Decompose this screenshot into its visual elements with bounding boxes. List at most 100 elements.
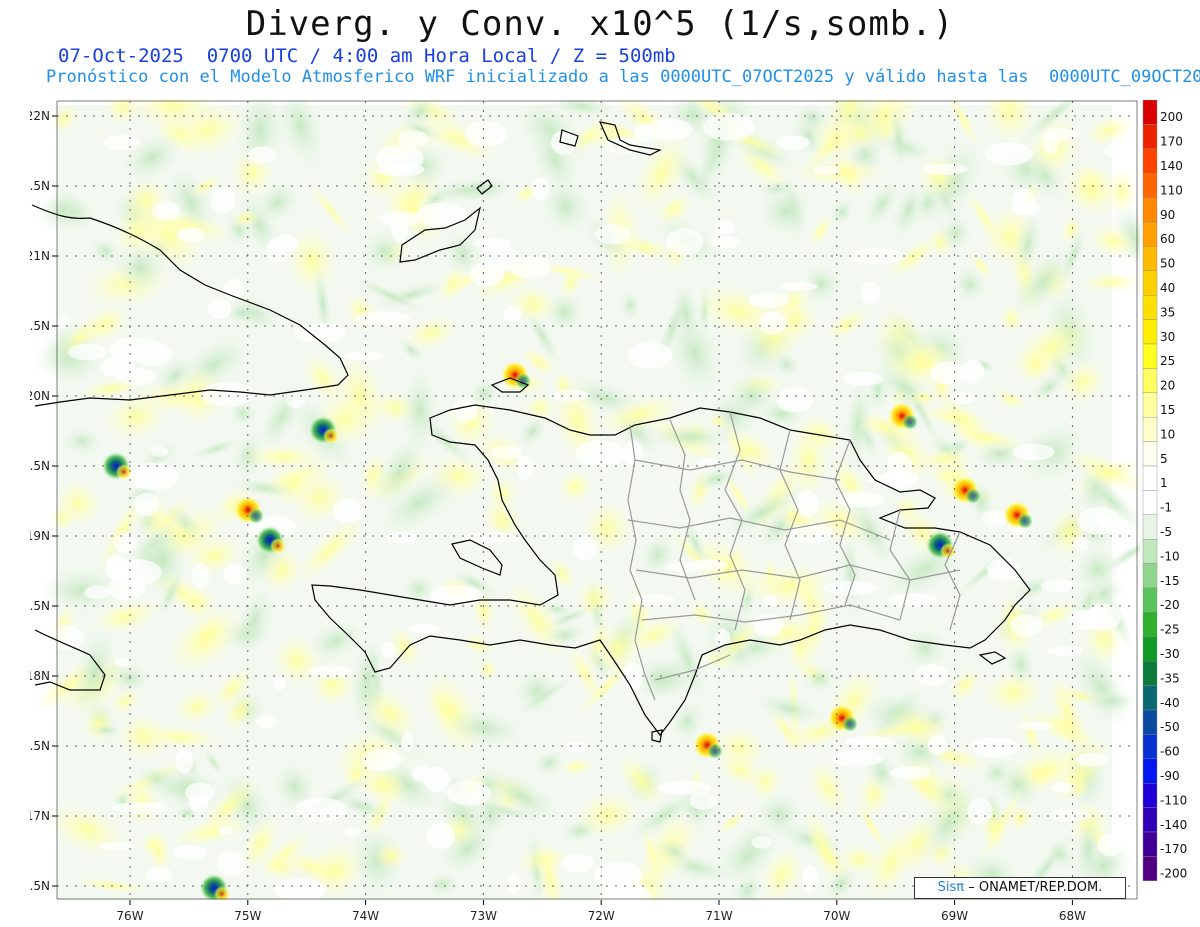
colorbar-swatch bbox=[1142, 319, 1158, 345]
field-blob bbox=[247, 146, 278, 164]
field-blob bbox=[446, 780, 491, 806]
field-blob bbox=[762, 594, 779, 607]
lon-label: 68W bbox=[1059, 909, 1086, 923]
field-blob bbox=[344, 827, 361, 837]
field-blob bbox=[273, 675, 287, 690]
colorbar-swatch bbox=[1142, 490, 1158, 515]
lon-label: 71W bbox=[705, 909, 732, 923]
field-blob bbox=[776, 387, 814, 413]
field-blob bbox=[416, 202, 468, 228]
colorbar-swatch bbox=[1142, 294, 1158, 320]
field-blob bbox=[516, 455, 534, 481]
field-blob bbox=[191, 562, 210, 590]
field-blob bbox=[751, 836, 773, 849]
convective-cell bbox=[902, 414, 918, 430]
credit-box: Sisπ – ONAMET/REP.DOM. bbox=[914, 877, 1126, 899]
colorbar-swatch bbox=[1142, 661, 1158, 686]
field-blob bbox=[114, 658, 133, 667]
field-blob bbox=[387, 531, 417, 544]
colorbar-label: -1 bbox=[1160, 501, 1172, 515]
field-blob bbox=[152, 201, 181, 221]
convective-cell bbox=[707, 743, 723, 759]
colorbar-label: -50 bbox=[1160, 720, 1180, 734]
lat-label: 18N bbox=[30, 669, 50, 683]
field-blob bbox=[361, 748, 402, 772]
lat-label: 21N bbox=[30, 249, 50, 263]
field-blob bbox=[42, 624, 85, 650]
colorbar-swatch bbox=[1142, 441, 1158, 467]
colorbar-swatch bbox=[1142, 831, 1158, 857]
field-blob bbox=[103, 135, 140, 152]
field-blob bbox=[286, 392, 306, 409]
colorbar-swatch bbox=[1142, 465, 1158, 491]
field-blob bbox=[967, 797, 993, 825]
forecast-time-line: 07-Oct-2025 0700 UTC / 4:00 am Hora Loca… bbox=[58, 45, 676, 67]
lat-label: 6.5N bbox=[30, 879, 50, 893]
lat-label: 19N bbox=[30, 529, 50, 543]
field-blob bbox=[561, 853, 594, 873]
field-blob bbox=[453, 397, 478, 423]
lat-label: 22N bbox=[30, 109, 50, 123]
field-blob bbox=[802, 864, 819, 892]
colorbar-label: 60 bbox=[1160, 232, 1175, 246]
colorbar-label: -60 bbox=[1160, 745, 1180, 759]
lat-label: 1.5N bbox=[30, 179, 50, 193]
colorbar-label: 1 bbox=[1160, 476, 1168, 490]
field-blob bbox=[1072, 536, 1090, 551]
colorbar-label: -40 bbox=[1160, 696, 1180, 710]
field-blob bbox=[627, 341, 673, 369]
colorbar-swatch bbox=[1142, 709, 1158, 735]
field-blob bbox=[399, 367, 440, 453]
field-blob bbox=[702, 113, 755, 141]
colorbar-swatch bbox=[1142, 124, 1158, 149]
colorbar-swatch bbox=[1142, 392, 1158, 418]
field-blob bbox=[949, 391, 977, 404]
field-blob bbox=[407, 623, 441, 635]
field-blob bbox=[426, 822, 455, 849]
field-blob bbox=[332, 498, 364, 524]
lon-label: 70W bbox=[823, 909, 850, 923]
field-blob bbox=[1075, 752, 1109, 767]
field-blob bbox=[632, 593, 675, 607]
colorbar-swatch bbox=[1142, 221, 1158, 247]
field-blob bbox=[397, 130, 429, 147]
field-blob bbox=[889, 766, 931, 780]
colorbar-swatch bbox=[1142, 539, 1158, 564]
colorbar-label: 10 bbox=[1160, 427, 1175, 441]
field-blob bbox=[982, 509, 1007, 527]
convective-cell bbox=[270, 538, 286, 554]
colorbar-label: 200 bbox=[1160, 110, 1183, 124]
colorbar-swatch bbox=[1142, 148, 1158, 174]
field-blob bbox=[177, 227, 205, 243]
field-blob bbox=[172, 844, 208, 860]
colorbar-label: 170 bbox=[1160, 135, 1183, 149]
field-blob bbox=[199, 382, 256, 407]
field-blob bbox=[401, 732, 414, 752]
lat-label: 0.5N bbox=[30, 319, 50, 333]
colorbar-label: 30 bbox=[1160, 330, 1175, 344]
field-blob bbox=[503, 306, 523, 322]
colorbar: 200 170 140 110 90 60 50 40 35 30 25 20 15 10 5 1 -1 -5 -1… bbox=[1142, 100, 1187, 882]
field-blob bbox=[710, 235, 741, 249]
convective-cell bbox=[323, 428, 339, 444]
colorbar-label: -20 bbox=[1160, 598, 1180, 612]
field-blob bbox=[830, 750, 885, 767]
field-blob bbox=[423, 766, 451, 792]
colorbar-swatch bbox=[1142, 856, 1158, 882]
field-blob bbox=[930, 361, 966, 385]
lon-label: 74W bbox=[352, 909, 379, 923]
field-blob bbox=[753, 613, 783, 637]
colorbar-label: -170 bbox=[1160, 842, 1187, 856]
field-blob bbox=[84, 585, 111, 599]
field-blob bbox=[780, 282, 818, 291]
field-blob bbox=[381, 641, 396, 658]
longitude-axis: 76W 75W 74W 73W 72W 71W 70W 69W 68W bbox=[116, 900, 1086, 923]
colorbar-swatch bbox=[1142, 343, 1158, 369]
lon-label: 69W bbox=[941, 909, 968, 923]
field-blob bbox=[666, 227, 704, 256]
colorbar-label: 90 bbox=[1160, 208, 1175, 222]
colorbar-swatch bbox=[1142, 100, 1158, 125]
lat-label: 17N bbox=[30, 809, 50, 823]
colorbar-label: 35 bbox=[1160, 305, 1175, 319]
field-blob bbox=[531, 177, 550, 201]
